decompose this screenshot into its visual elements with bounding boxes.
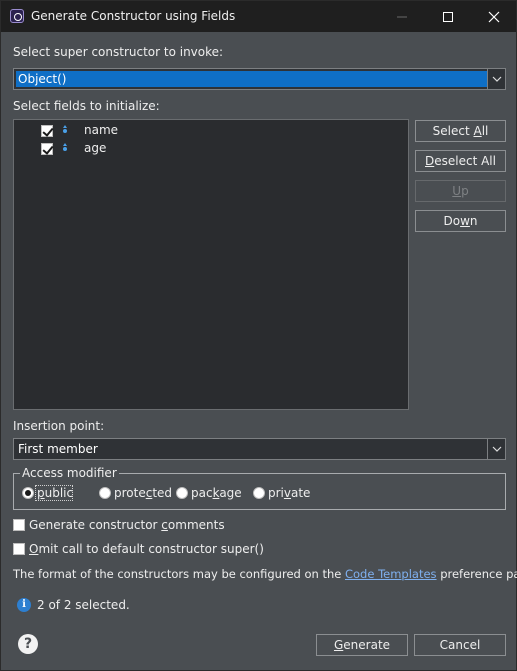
omit-super-checkbox[interactable] bbox=[13, 543, 25, 555]
field-icon bbox=[61, 125, 71, 136]
generate-button[interactable]: Generate bbox=[316, 634, 408, 656]
fields-label: Select fields to initialize: bbox=[13, 99, 160, 113]
radio-label-public[interactable]: public bbox=[37, 486, 73, 500]
templates-note: The format of the constructors may be co… bbox=[13, 567, 517, 581]
fields-list[interactable]: name age bbox=[13, 119, 409, 410]
selection-status: 2 of 2 selected. bbox=[37, 598, 130, 612]
combo-dropdown-button[interactable] bbox=[487, 69, 505, 89]
maximize-icon bbox=[443, 12, 453, 22]
super-constructor-combo[interactable]: Object() bbox=[13, 68, 506, 90]
field-label-age: age bbox=[84, 141, 107, 155]
field-label-name: name bbox=[84, 123, 119, 137]
window-title: Generate Constructor using Fields bbox=[31, 9, 236, 23]
down-button[interactable]: Down bbox=[415, 210, 506, 232]
up-button[interactable]: Up bbox=[415, 180, 506, 202]
radio-label-private[interactable]: private bbox=[268, 486, 310, 500]
field-icon bbox=[61, 143, 71, 154]
access-modifier-title: Access modifier bbox=[20, 466, 119, 480]
field-checkbox-age[interactable] bbox=[41, 143, 53, 155]
insertion-point-value: First member bbox=[18, 442, 98, 456]
radio-label-protected[interactable]: protected bbox=[114, 486, 172, 500]
select-all-button[interactable]: Select All bbox=[415, 120, 506, 142]
maximize-button[interactable] bbox=[425, 1, 471, 32]
code-templates-link[interactable]: Code Templates bbox=[345, 567, 437, 581]
generate-comments-label[interactable]: Generate constructor comments bbox=[29, 518, 225, 532]
help-icon[interactable]: ? bbox=[18, 634, 38, 654]
access-modifier-group: Access modifier public protected package… bbox=[13, 466, 506, 510]
insertion-point-label: Insertion point: bbox=[13, 419, 105, 433]
super-constructor-label: Select super constructor to invoke: bbox=[13, 45, 224, 59]
radio-private[interactable] bbox=[253, 487, 265, 499]
minimize-icon bbox=[397, 16, 407, 18]
close-button[interactable] bbox=[471, 1, 517, 32]
info-icon: i bbox=[17, 598, 31, 612]
insertion-point-combo[interactable]: First member bbox=[13, 438, 506, 460]
omit-super-label[interactable]: Omit call to default constructor super() bbox=[29, 542, 264, 556]
chevron-down-icon bbox=[492, 76, 502, 82]
dialog-window: Generate Constructor using Fields Select… bbox=[0, 0, 517, 671]
deselect-all-button[interactable]: Deselect All bbox=[415, 150, 506, 172]
field-checkbox-name[interactable] bbox=[41, 125, 53, 137]
radio-public[interactable] bbox=[22, 487, 34, 499]
minimize-button[interactable] bbox=[379, 1, 425, 32]
field-row-age[interactable]: age bbox=[14, 140, 408, 158]
close-icon bbox=[488, 11, 500, 23]
radio-label-package[interactable]: package bbox=[191, 486, 242, 500]
combo-dropdown-button[interactable] bbox=[487, 439, 505, 459]
field-row-name[interactable]: name bbox=[14, 122, 408, 140]
cancel-button[interactable]: Cancel bbox=[414, 634, 506, 656]
generate-comments-checkbox[interactable] bbox=[13, 519, 25, 531]
radio-package[interactable] bbox=[176, 487, 188, 499]
title-bar[interactable]: Generate Constructor using Fields bbox=[1, 1, 516, 32]
super-constructor-value: Object() bbox=[16, 71, 487, 87]
chevron-down-icon bbox=[492, 446, 502, 452]
eclipse-app-icon bbox=[10, 9, 24, 23]
radio-protected[interactable] bbox=[99, 487, 111, 499]
